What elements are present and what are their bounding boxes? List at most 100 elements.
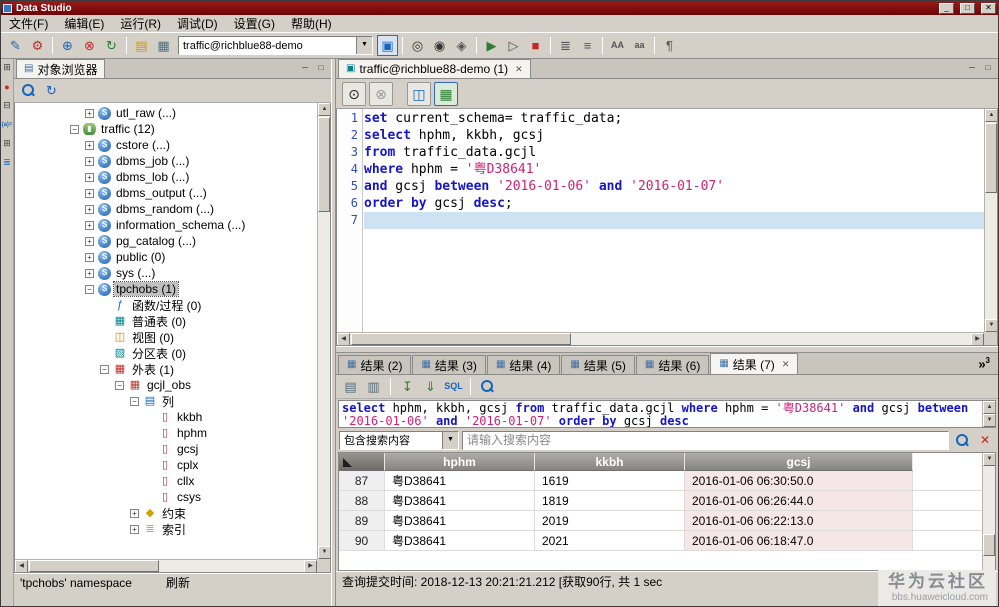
dropdown-arrow-icon[interactable]: ▼	[442, 432, 458, 449]
scroll-up-icon[interactable]: ▲	[985, 109, 998, 122]
console-view-icon[interactable]: ⊟	[1, 99, 13, 112]
scrollbar-thumb[interactable]	[351, 333, 571, 345]
sql-badge-icon[interactable]: SQL	[444, 377, 463, 396]
scroll-left-icon[interactable]: ◀	[15, 560, 28, 573]
open-file-icon[interactable]: ▤	[131, 35, 152, 56]
refresh-tree-icon[interactable]: ↻	[42, 81, 61, 100]
tree-item[interactable]: −▤列	[15, 393, 317, 409]
code-line[interactable]: order by gcsj desc;	[364, 195, 984, 212]
record-icon[interactable]: ●	[1, 80, 13, 93]
lowercase-icon[interactable]: aa	[629, 35, 650, 56]
scroll-right-icon[interactable]: ▶	[304, 560, 317, 573]
tree-item[interactable]: +◆约束	[15, 505, 317, 521]
maximize-view-button[interactable]: □	[314, 62, 328, 75]
editor-vertical-scrollbar[interactable]: ▲ ▼	[984, 109, 997, 332]
tree-expander-icon[interactable]: +	[85, 173, 94, 182]
table-row[interactable]: 87粤D3864116192016-01-06 06:30:50.0	[339, 471, 982, 491]
code-area[interactable]: set current_schema= traffic_data;select …	[364, 109, 984, 332]
minimize-button[interactable]: _	[939, 3, 954, 14]
dropdown-arrow-icon[interactable]: ▼	[356, 37, 372, 54]
tree-expander-icon[interactable]: −	[100, 365, 109, 374]
tree-item[interactable]: +Sdbms_lob (...)	[15, 169, 317, 185]
query-preview-line[interactable]: '2016-01-06' and '2016-01-07' order by g…	[342, 415, 979, 428]
stop-icon[interactable]: ■	[525, 35, 546, 56]
outdent-icon[interactable]: ≡	[577, 35, 598, 56]
maximize-button[interactable]: □	[960, 3, 975, 14]
tree-expander-icon[interactable]: +	[85, 205, 94, 214]
tree-item[interactable]: +≣索引	[15, 521, 317, 537]
tree-item[interactable]: ▯hphm	[15, 425, 317, 441]
table-row[interactable]: 90粤D3864120212016-01-06 06:18:47.0	[339, 531, 982, 551]
column-header-hphm[interactable]: hphm	[385, 453, 535, 471]
minimize-view-button[interactable]: ─	[298, 62, 312, 75]
tree-item[interactable]: ▦普通表 (0)	[15, 313, 317, 329]
scrollbar-thumb[interactable]	[985, 123, 997, 193]
cell-hphm[interactable]: 粤D38641	[385, 531, 535, 550]
connection-selector[interactable]: traffic@richblue88-demo▼	[178, 36, 373, 55]
clear-search-button[interactable]: ✕	[975, 430, 995, 450]
search-results-icon[interactable]	[478, 377, 497, 396]
run-script-icon[interactable]: ▶	[481, 35, 502, 56]
search-filter-selector[interactable]: 包含搜索内容 ▼	[339, 431, 459, 450]
tree-item[interactable]: ▯csys	[15, 489, 317, 505]
editor-horizontal-scrollbar[interactable]: ◀ ▶	[337, 332, 984, 345]
tab-object-browser[interactable]: ▤ 对象浏览器	[16, 59, 105, 78]
code-line[interactable]: from traffic_data.gcjl	[364, 144, 984, 161]
execute-plan-icon[interactable]: ◎	[407, 35, 428, 56]
cell-gcsj[interactable]: 2016-01-06 06:30:50.0	[685, 471, 913, 490]
scrollbar-thumb[interactable]	[983, 534, 995, 556]
scroll-down-icon[interactable]: ▼	[985, 319, 998, 332]
execute-in-terminal-icon[interactable]: ◫	[407, 82, 431, 106]
expressions-view-icon[interactable]: (a)=	[1, 118, 13, 131]
column-header-kkbh[interactable]: kkbh	[535, 453, 685, 471]
cell-gcsj[interactable]: 2016-01-06 06:18:47.0	[685, 531, 913, 550]
tab-sql-editor[interactable]: ▣ traffic@richblue88-demo (1) ✕	[338, 59, 531, 78]
search-tree-icon[interactable]	[19, 81, 38, 100]
tree-item[interactable]: ƒ函数/过程 (0)	[15, 297, 317, 313]
code-line[interactable]: where hphm = '粤D38641'	[364, 161, 984, 178]
tree-item[interactable]: ▯cplx	[15, 457, 317, 473]
scroll-down-icon[interactable]: ▼	[983, 453, 996, 466]
tree-expander-icon[interactable]: +	[85, 237, 94, 246]
tree-expander-icon[interactable]: +	[85, 157, 94, 166]
tree-item[interactable]: +Sinformation_schema (...)	[15, 217, 317, 233]
tree-item[interactable]: ◫视图 (0)	[15, 329, 317, 345]
code-line[interactable]	[364, 212, 984, 229]
close-button[interactable]: ✕	[981, 3, 996, 14]
cell-kkbh[interactable]: 1819	[535, 491, 685, 510]
copy-table-icon[interactable]: ▥	[364, 377, 383, 396]
table-row[interactable]: 88粤D3864118192016-01-06 06:26:44.0	[339, 491, 982, 511]
code-line[interactable]: select hphm, kkbh, gcsj	[364, 127, 984, 144]
tab-overflow-chevron[interactable]: »3	[978, 356, 990, 371]
tree-expander-icon[interactable]: +	[85, 189, 94, 198]
tab-result-2[interactable]: ▦结果 (2)	[338, 355, 411, 374]
tree-expander-icon[interactable]: +	[85, 109, 94, 118]
tree-item[interactable]: ▯cllx	[15, 473, 317, 489]
scrollbar-thumb[interactable]	[29, 560, 159, 572]
tree-item[interactable]: +Sutl_raw (...)	[15, 105, 317, 121]
edit-sql-icon[interactable]: ✎	[5, 35, 26, 56]
menu-run[interactable]: 运行(R)	[112, 14, 169, 33]
cell-kkbh[interactable]: 1619	[535, 471, 685, 490]
tree-item[interactable]: ▯kkbh	[15, 409, 317, 425]
close-editor-tab-icon[interactable]: ✕	[515, 64, 523, 75]
tree-expander-icon[interactable]: −	[115, 381, 124, 390]
tree-item[interactable]: +Spublic (0)	[15, 249, 317, 265]
scroll-left-icon[interactable]: ◀	[337, 333, 350, 346]
tree-expander-icon[interactable]: −	[85, 285, 94, 294]
tree-item[interactable]: ▧分区表 (0)	[15, 345, 317, 361]
export-results-icon[interactable]: ↧	[398, 377, 417, 396]
tab-result-6[interactable]: ▦结果 (6)	[636, 355, 709, 374]
tab-result-3[interactable]: ▦结果 (3)	[412, 355, 485, 374]
minimized-view-icon[interactable]: ⊞	[1, 137, 13, 150]
search-button[interactable]	[952, 430, 972, 450]
close-result-tab-icon[interactable]: ✕	[782, 359, 790, 370]
refresh-connection-icon[interactable]: ↻	[101, 35, 122, 56]
preview-scrollbar[interactable]: ▲ ▼	[982, 401, 995, 427]
tree-item[interactable]: −▮traffic (12)	[15, 121, 317, 137]
horizontal-splitter[interactable]	[336, 346, 998, 353]
tree-item[interactable]: −▦外表 (1)	[15, 361, 317, 377]
menu-debug[interactable]: 调试(D)	[169, 14, 226, 33]
tree-expander-icon[interactable]: +	[130, 525, 139, 534]
outline-view-icon[interactable]: ≣	[1, 156, 13, 169]
